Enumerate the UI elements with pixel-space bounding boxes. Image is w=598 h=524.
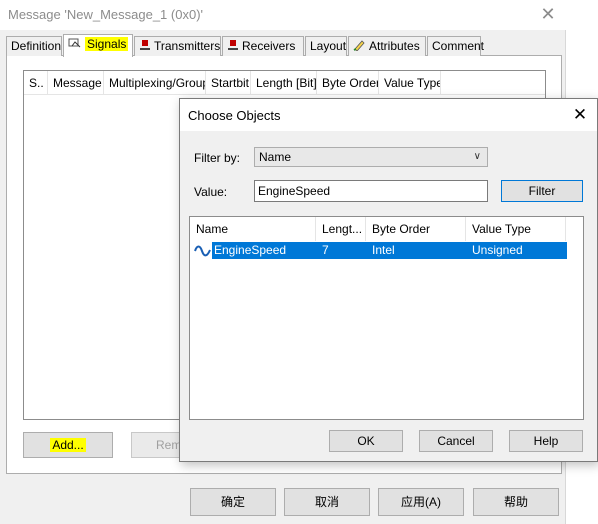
add-button-label: Add...: [50, 438, 86, 452]
tab-layout-label: Layout: [310, 39, 347, 53]
tab-definition-label: Definition: [11, 39, 62, 53]
objects-result-list[interactable]: Name Lengt... Byte Order Value Type Engi…: [189, 216, 584, 420]
signal-icon: [68, 36, 82, 54]
tab-receivers[interactable]: Receivers: [222, 36, 304, 56]
cancel-button[interactable]: 取消: [284, 488, 370, 516]
apply-button[interactable]: 应用(A): [378, 488, 464, 516]
signals-col-value-type[interactable]: Value Type: [379, 71, 441, 95]
objects-list-row[interactable]: EngineSpeed 7 Intel Unsigned: [194, 242, 567, 259]
objects-list-header: Name Lengt... Byte Order Value Type: [190, 217, 583, 241]
chevron-down-icon: ∨: [473, 151, 481, 162]
filter-button[interactable]: Filter: [501, 180, 583, 202]
tab-comment[interactable]: Comment: [427, 36, 485, 56]
transmitter-icon: [139, 38, 151, 56]
tab-receivers-label: Receivers: [242, 39, 296, 53]
objects-row-value-type: Unsigned: [472, 243, 523, 257]
signals-col-s[interactable]: S..: [24, 71, 48, 95]
filter-by-select[interactable]: Name ∨: [254, 147, 488, 167]
value-input[interactable]: EngineSpeed: [254, 180, 488, 202]
tab-signals-label: Signals: [85, 37, 129, 51]
objects-col-value-type[interactable]: Value Type: [466, 217, 566, 241]
message-dialog-close-icon[interactable]: ✕: [536, 3, 560, 25]
help-button[interactable]: 帮助: [473, 488, 559, 516]
objects-col-length[interactable]: Lengt...: [316, 217, 366, 241]
objects-row-length: 7: [322, 243, 329, 257]
choose-objects-dialog: Choose Objects ✕ Filter by: Name ∨ Value…: [179, 98, 598, 462]
tab-layout[interactable]: Layout: [305, 36, 347, 56]
signals-col-startbit[interactable]: Startbit: [206, 71, 251, 95]
signals-list-header: S.. Message Multiplexing/Group Startbit …: [24, 71, 545, 95]
choose-objects-title: Choose Objects: [188, 108, 281, 123]
attributes-icon: [353, 38, 366, 56]
tab-strip: Definition Signals Transmitters Receiver…: [6, 34, 562, 57]
message-dialog-title: Message 'New_Message_1 (0x0)': [8, 7, 203, 22]
signal-wave-icon: [194, 242, 212, 259]
objects-row-name: EngineSpeed: [214, 243, 287, 257]
tab-transmitters-label: Transmitters: [154, 39, 221, 53]
choose-objects-titlebar: Choose Objects ✕: [180, 99, 597, 131]
signals-col-message[interactable]: Message: [48, 71, 104, 95]
add-button[interactable]: Add...: [23, 432, 113, 458]
filter-by-label: Filter by:: [194, 151, 241, 165]
choose-objects-close-icon[interactable]: ✕: [569, 104, 591, 126]
tab-definition[interactable]: Definition: [6, 36, 62, 56]
objects-col-name[interactable]: Name: [190, 217, 316, 241]
signals-col-length[interactable]: Length [Bit]: [251, 71, 317, 95]
signals-col-multiplexing[interactable]: Multiplexing/Group: [104, 71, 206, 95]
value-label: Value:: [194, 185, 228, 199]
remove-button-label: Rem: [156, 438, 182, 452]
tab-transmitters[interactable]: Transmitters: [134, 36, 221, 56]
objects-col-byte-order[interactable]: Byte Order: [366, 217, 466, 241]
message-dialog-titlebar: Message 'New_Message_1 (0x0)' ✕: [0, 0, 566, 30]
dialog-cancel-button[interactable]: Cancel: [419, 430, 493, 452]
tab-attributes[interactable]: Attributes: [348, 36, 426, 56]
dialog-help-button[interactable]: Help: [509, 430, 583, 452]
screen: Message 'New_Message_1 (0x0)' ✕ Definiti…: [0, 0, 598, 524]
objects-row-byte-order: Intel: [372, 243, 395, 257]
dialog-ok-button[interactable]: OK: [329, 430, 403, 452]
signals-col-byte-order[interactable]: Byte Order: [317, 71, 379, 95]
receiver-icon: [227, 38, 239, 56]
filter-by-select-value: Name: [259, 150, 292, 164]
tab-signals[interactable]: Signals: [63, 34, 133, 57]
tab-attributes-label: Attributes: [369, 39, 420, 53]
tab-comment-label: Comment: [432, 39, 485, 53]
ok-button[interactable]: 确定: [190, 488, 276, 516]
